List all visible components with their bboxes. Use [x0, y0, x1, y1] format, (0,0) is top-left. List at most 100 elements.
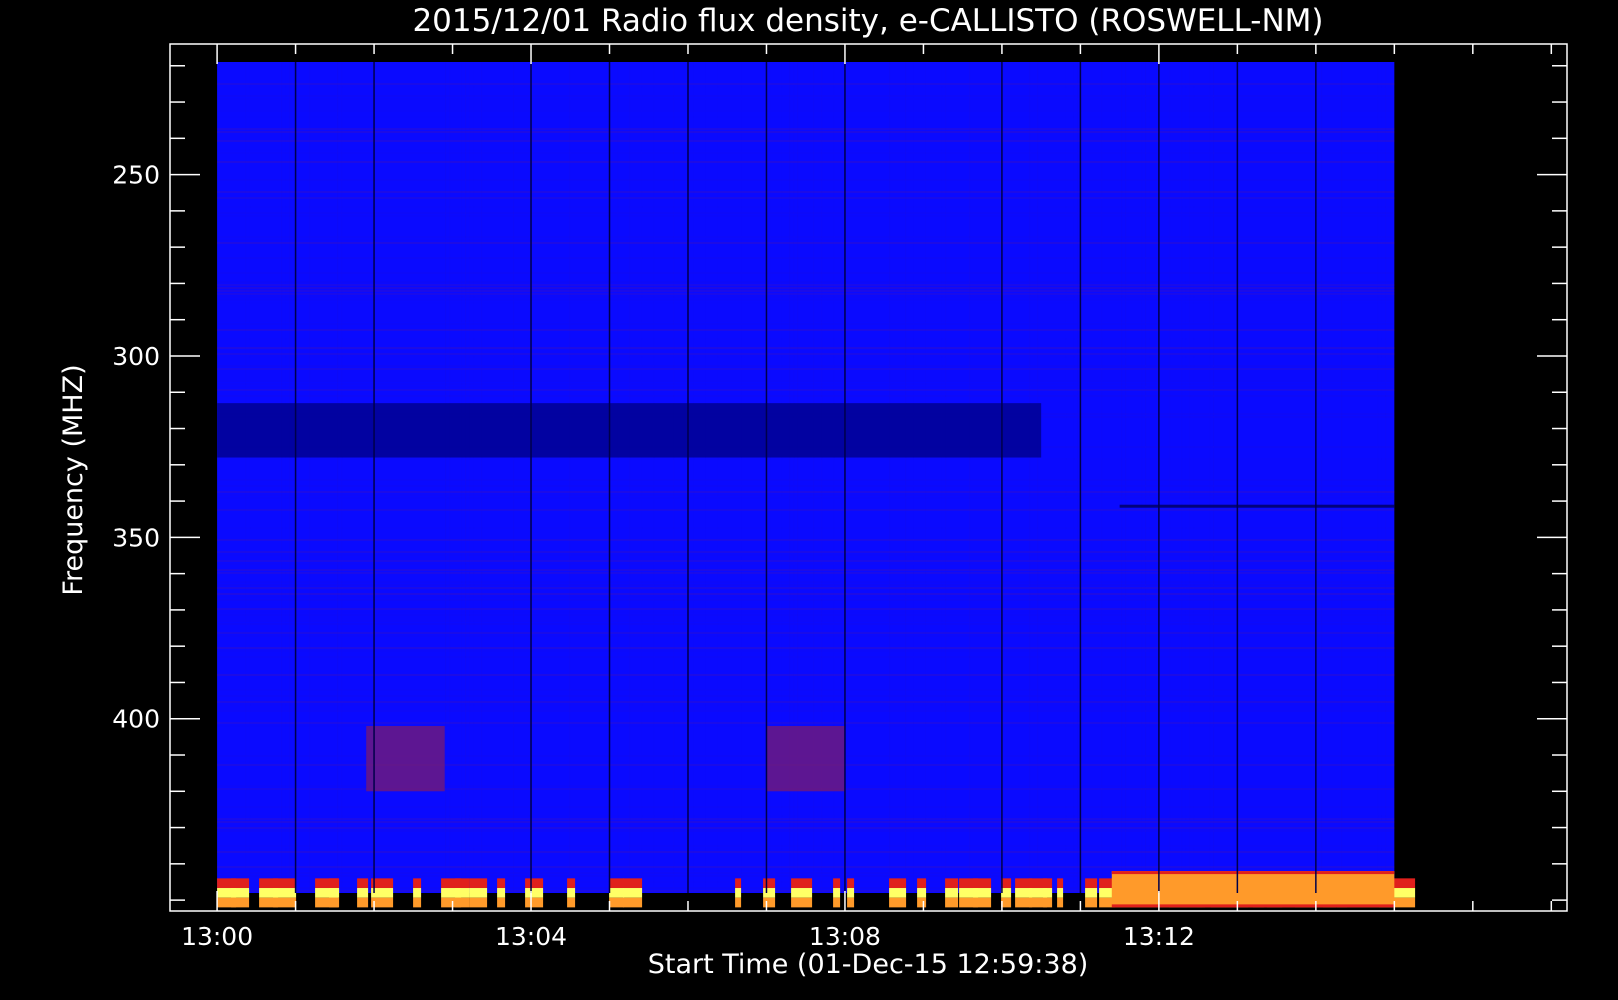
burst-mark: [609, 897, 625, 908]
texture-line: [217, 383, 1395, 385]
burst-mark: [469, 897, 488, 908]
texture-line: [217, 197, 1395, 199]
texture-line: [217, 152, 1395, 154]
texture-line: [217, 395, 1395, 397]
burst-mark: [973, 897, 992, 908]
burst-mark: [329, 897, 340, 908]
texture-streak: [1341, 62, 1343, 893]
burst-mark: [609, 888, 625, 898]
texture-streak: [705, 62, 706, 893]
burst-mark: [847, 878, 855, 889]
texture-line: [217, 257, 1395, 259]
spectrogram-chart: 2015/12/01 Radio flux density, e-CALLIST…: [58, 3, 1568, 980]
texture-line: [217, 131, 1395, 133]
feature-mark: [1119, 504, 1395, 508]
texture-line: [217, 572, 1395, 574]
texture-line: [217, 701, 1395, 703]
texture-line: [217, 95, 1395, 97]
texture-line: [217, 491, 1395, 493]
feature-dark-band: [217, 403, 1042, 458]
burst-mark: [623, 897, 643, 908]
texture-line: [217, 704, 1394, 706]
burst-mark: [791, 888, 813, 898]
texture-line: [217, 656, 1395, 658]
burst-mark: [735, 897, 742, 908]
texture-streak: [673, 62, 675, 893]
texture-line: [217, 620, 1395, 622]
texture-line: [217, 614, 1395, 616]
burst-mark: [973, 888, 992, 898]
texture-line: [217, 347, 1395, 349]
texture-streak: [449, 62, 451, 893]
texture-streak: [249, 62, 250, 893]
texture-line: [217, 806, 1395, 808]
texture-line: [217, 128, 1395, 130]
texture-streak: [1037, 62, 1039, 893]
texture-line: [217, 623, 1395, 625]
burst-mark: [273, 878, 297, 889]
texture-streak: [617, 62, 618, 893]
texture-streak: [1181, 62, 1182, 893]
texture-streak: [1065, 62, 1066, 893]
feature-edge: [1111, 871, 1395, 875]
texture-line: [217, 650, 1395, 652]
burst-mark: [455, 888, 470, 898]
texture-line: [217, 848, 1394, 850]
burst-mark: [791, 897, 813, 908]
texture-line: [217, 611, 1394, 613]
burst-mark: [469, 878, 488, 889]
texture-streak: [281, 62, 283, 893]
burst-mark: [1393, 888, 1416, 898]
texture-line: [217, 206, 1394, 208]
texture-line: [217, 86, 1394, 88]
chart-title: 2015/12/01 Radio flux density, e-CALLIST…: [412, 3, 1323, 39]
texture-line: [217, 635, 1395, 637]
burst-mark: [1085, 897, 1098, 908]
texture-line: [217, 98, 1395, 100]
burst-mark: [1057, 888, 1064, 898]
texture-streak: [445, 62, 447, 893]
texture-line: [217, 356, 1394, 358]
burst-mark: [413, 897, 422, 908]
burst-mark: [763, 888, 776, 898]
burst-mark: [945, 897, 959, 908]
burst-mark: [1393, 878, 1416, 889]
texture-line: [217, 551, 1395, 553]
texture-line: [217, 527, 1394, 529]
x-tick-label: 13:00: [181, 922, 253, 951]
texture-streak: [1029, 62, 1031, 893]
burst-mark: [973, 878, 992, 889]
texture-line: [217, 293, 1395, 295]
burst-mark: [455, 878, 470, 889]
texture-line: [217, 116, 1394, 118]
texture-line: [217, 236, 1395, 238]
burst-mark: [623, 888, 643, 898]
texture-line: [217, 851, 1395, 853]
burst-mark: [525, 878, 544, 889]
burst-mark: [609, 878, 625, 889]
texture-streak: [925, 62, 926, 893]
burst-mark: [1043, 878, 1053, 889]
texture-line: [217, 212, 1395, 214]
burst-mark: [735, 878, 742, 889]
texture-line: [217, 320, 1395, 322]
burst-mark: [329, 878, 340, 889]
texture-streak: [641, 62, 642, 893]
texture-streak: [1145, 62, 1147, 893]
texture-line: [217, 818, 1395, 820]
x-axis-label: Start Time (01-Dec-15 12:59:38): [648, 949, 1089, 980]
texture-streak: [653, 62, 654, 893]
burst-mark: [763, 897, 776, 908]
texture-line: [217, 569, 1395, 571]
texture-line: [217, 815, 1395, 817]
burst-mark: [231, 878, 250, 889]
burst-mark: [413, 888, 422, 898]
texture-line: [217, 845, 1395, 847]
texture-streak: [1141, 62, 1142, 893]
texture-streak: [1317, 62, 1318, 893]
y-axis-label: Frequency (MHZ): [58, 364, 89, 595]
burst-mark: [1057, 878, 1064, 889]
texture-streak: [913, 62, 914, 893]
texture-line: [217, 509, 1395, 511]
burst-mark: [469, 888, 488, 898]
